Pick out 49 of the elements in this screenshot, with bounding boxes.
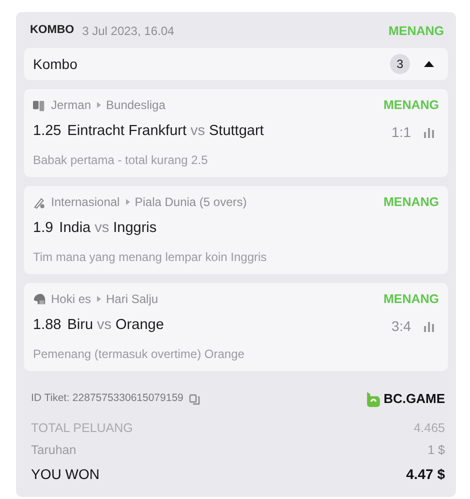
- total-value: 1 $: [428, 442, 445, 459]
- market-text: Babak pertama - total kurang 2.5: [33, 152, 209, 169]
- cricket-bat-icon: [33, 196, 46, 208]
- team-name: India: [59, 219, 91, 238]
- chevron-icon: [124, 199, 130, 205]
- hockey-helmet-icon: [33, 292, 46, 306]
- bet-date: 3 Jul 2023, 16.04: [82, 23, 174, 40]
- country-label: Internasional: [51, 194, 120, 211]
- bar-chart-icon: [423, 320, 435, 332]
- chevron-icon: [96, 102, 102, 108]
- copy-icon[interactable]: [189, 394, 200, 404]
- total-label: TOTAL PELUANG: [31, 420, 133, 437]
- ticket-id: ID Tiket: 2287575330615079159: [31, 391, 184, 406]
- count-badge: 3: [390, 54, 410, 74]
- status-text: MENANG: [388, 22, 444, 40]
- market-text: Pemenang (termasuk overtime) Orange: [33, 346, 246, 363]
- team-name: Eintracht Frankfurt: [67, 122, 186, 142]
- bet-type: KOMBO: [30, 23, 74, 38]
- country-label: Jerman: [51, 97, 92, 114]
- status-text: MENANG: [383, 96, 439, 114]
- status-text: MENANG: [383, 290, 439, 308]
- chevron-icon: [96, 296, 102, 302]
- score-value: 3:4: [392, 316, 411, 336]
- bar-chart-icon: [423, 126, 435, 138]
- combo-header[interactable]: Kombo 3: [24, 48, 448, 80]
- total-value: 4.465: [414, 420, 445, 437]
- logo-text: BC.GAME: [384, 390, 445, 408]
- market-text: Tim mana yang menang lempar koin Inggris: [33, 249, 268, 266]
- country-label: Hoki es: [51, 291, 92, 308]
- versus-label: vs: [97, 316, 112, 336]
- league-label: Bundesliga: [106, 97, 166, 114]
- odds-value: 1.88: [33, 316, 62, 336]
- total-label: YOU WON: [31, 464, 100, 484]
- combo-label: Kombo: [33, 54, 78, 74]
- team-name: Stuttgart: [209, 122, 264, 142]
- status-text: MENANG: [383, 194, 439, 211]
- odds-value: 1.25: [33, 122, 62, 142]
- logo-icon: [366, 392, 381, 406]
- team-name: Orange: [116, 316, 164, 336]
- team-name: Biru: [67, 316, 94, 336]
- league-label: Piala Dunia (5 overs): [134, 194, 247, 211]
- total-value: 4.47 $: [406, 464, 445, 484]
- odds-value: 1.9: [33, 219, 54, 238]
- versus-label: vs: [94, 219, 110, 238]
- total-label: Taruhan: [31, 442, 76, 459]
- score-value: 1:1: [392, 122, 411, 142]
- league-label: Hari Salju: [106, 291, 158, 308]
- versus-label: vs: [190, 122, 205, 142]
- team-name: Inggris: [113, 219, 157, 238]
